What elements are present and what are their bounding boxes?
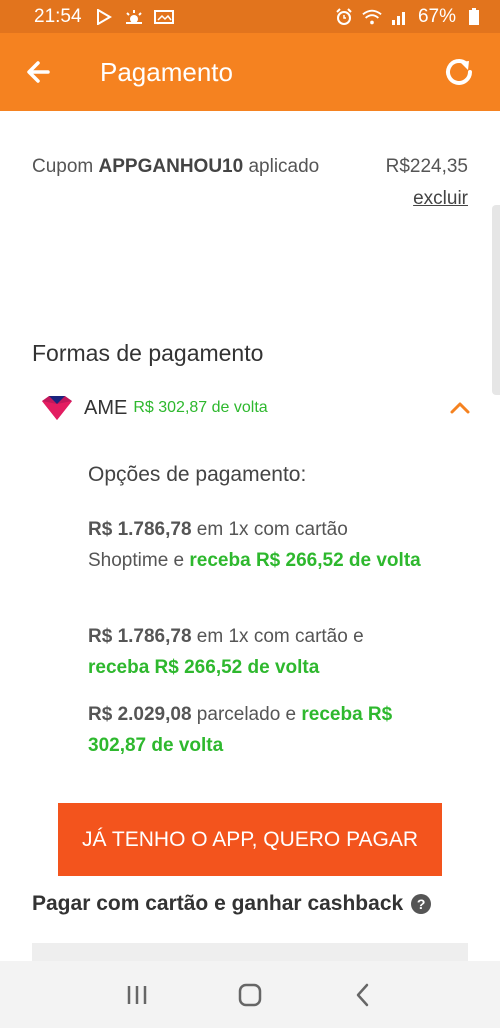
wifi-icon [362,8,382,26]
status-time: 21:54 [34,5,82,27]
gallery-icon [153,8,174,26]
battery-percent: 67% [417,5,456,27]
app-bar: Pagamento [0,33,500,111]
option-text: parcelado e [191,704,302,725]
payment-option-3: R$ 2.029,08 parcelado e receba R$ 302,87… [88,699,428,761]
option-cashback: receba R$ 266,52 de volta [88,657,320,678]
notification-icons [94,8,174,26]
coupon-remove-link[interactable]: excluir [413,188,468,210]
card-cashback-title: Pagar com cartão e ganhar cashback ? [32,892,432,916]
option-cashback: receba R$ 266,52 de volta [189,550,421,571]
coupon-value: R$224,35 [385,156,468,177]
ame-name: AME [84,396,128,419]
ame-cashback: R$ 302,87 de volta [133,399,268,416]
nav-back-icon[interactable] [348,980,378,1010]
coupon-prefix: Cupom [32,156,94,177]
battery-icon [464,7,484,26]
system-icons: 67% [334,6,484,28]
alarm-icon [334,7,354,26]
option-text: em 1x com cartão e [191,626,364,647]
system-nav-bar [0,961,500,1028]
home-icon[interactable] [235,980,265,1010]
pay-with-app-button[interactable]: JÁ TENHO O APP, QUERO PAGAR [58,803,442,876]
recent-apps-icon[interactable] [122,980,152,1010]
option-price: R$ 1.786,78 [88,626,192,647]
refresh-icon[interactable] [440,53,478,91]
card-cashback-title-text: Pagar com cartão e ganhar cashback [32,892,404,915]
option-price: R$ 2.029,08 [88,704,192,725]
play-store-icon [94,8,114,26]
signal-icon [390,8,410,26]
payment-option-1: R$ 1.786,78 em 1x com cartão Shoptime e … [88,514,428,576]
back-arrow-icon[interactable] [22,55,56,89]
ame-logo-icon [40,395,74,421]
option-price: R$ 1.786,78 [88,519,192,540]
ame-payment-option[interactable]: AME R$ 302,87 de volta [40,392,472,424]
page-title: Pagamento [100,57,233,87]
payment-option-2: R$ 1.786,78 em 1x com cartão e receba R$… [88,621,428,683]
payment-methods-title: Formas de pagamento [32,340,264,366]
weather-icon [124,8,144,26]
coupon-code: APPGANHOU10 [98,156,244,177]
coupon-suffix: aplicado [248,156,320,177]
help-icon[interactable]: ? [411,894,432,914]
status-bar: 21:54 67% [0,0,500,33]
payment-options-title: Opções de pagamento: [88,463,307,486]
chevron-up-icon[interactable] [448,396,472,420]
scrollbar-thumb[interactable] [492,205,500,395]
